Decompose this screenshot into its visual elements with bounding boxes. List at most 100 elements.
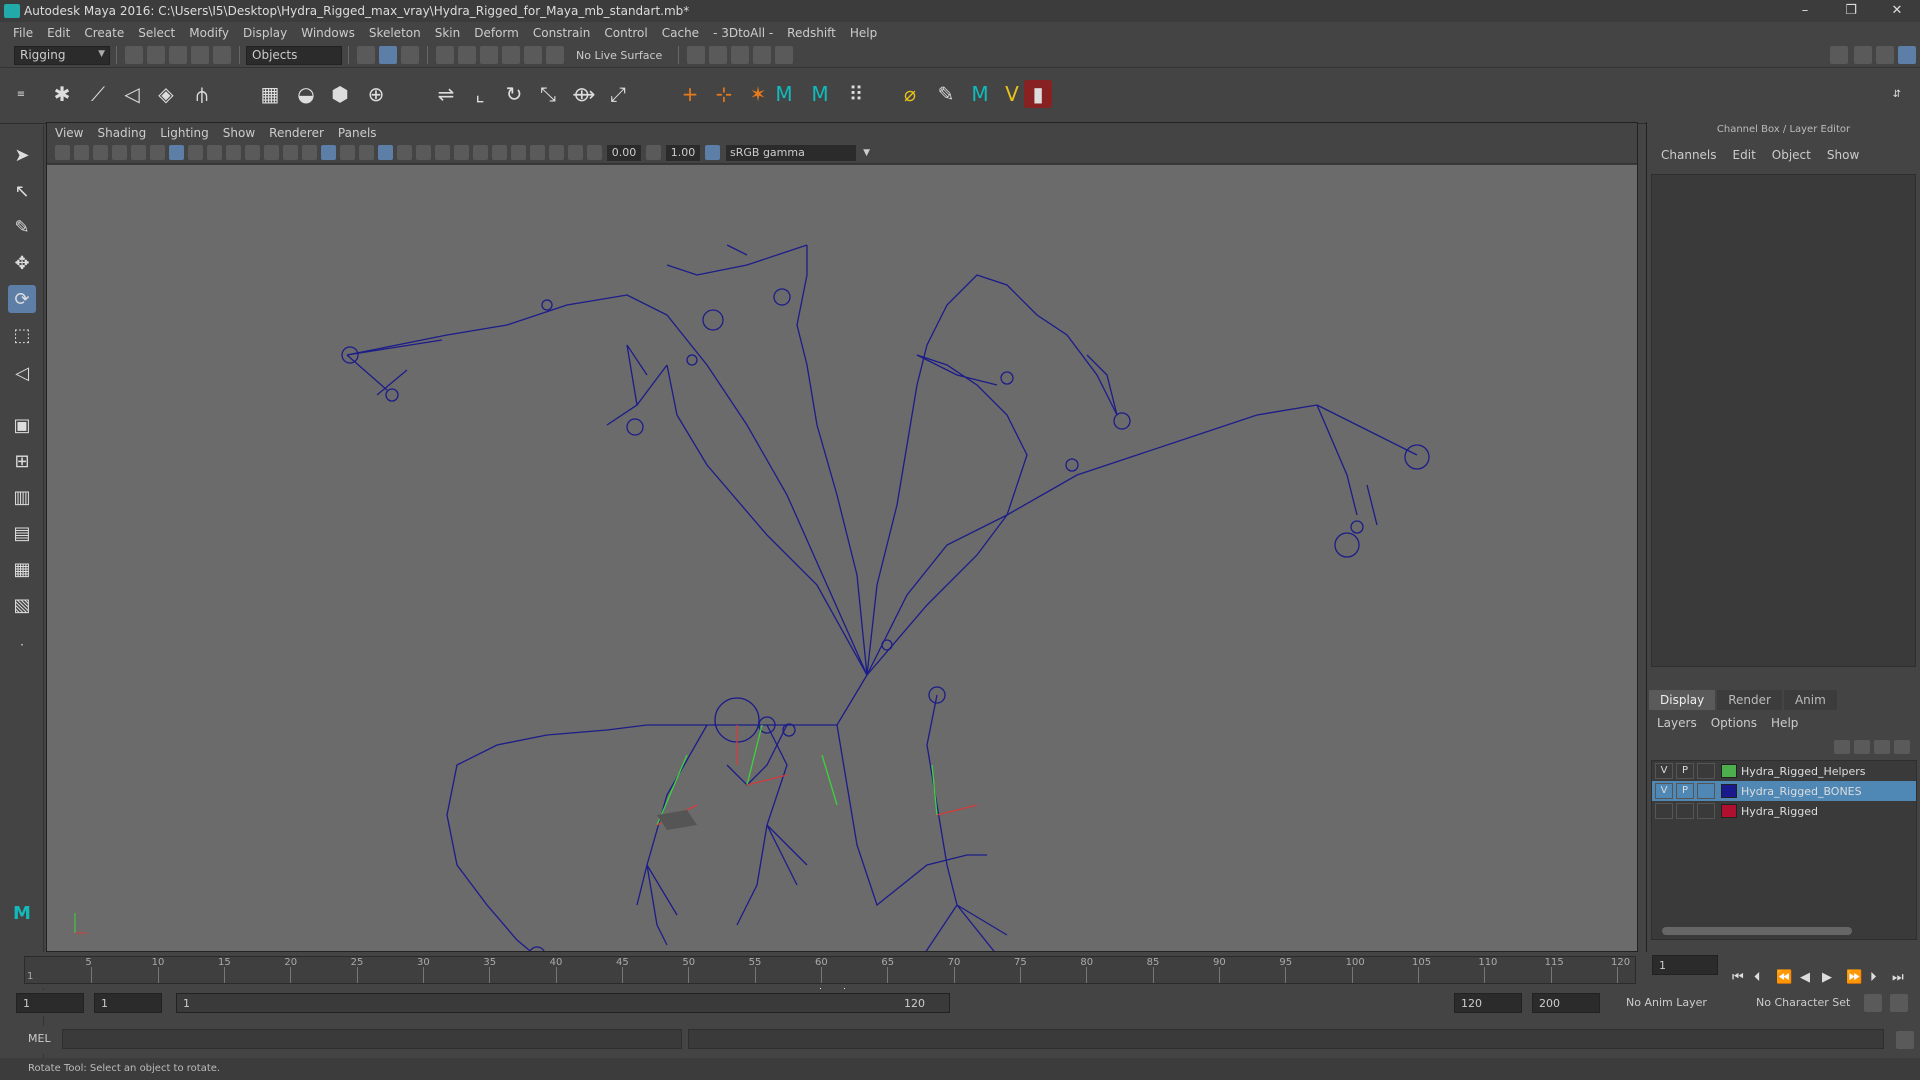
move-tool-icon[interactable]: ✥	[8, 249, 36, 277]
paint-weights-icon[interactable]: ⌀	[896, 80, 924, 108]
point-constraint-icon[interactable]: ⇌	[432, 80, 460, 108]
anim-prefs-icon[interactable]	[1890, 994, 1908, 1012]
render-frame-icon[interactable]	[687, 46, 706, 64]
scale-constraint-icon[interactable]: ⤡	[534, 80, 562, 108]
menu-create[interactable]: Create	[84, 26, 124, 40]
snap-center-icon[interactable]	[546, 46, 564, 64]
brush-icon[interactable]: ✎	[932, 80, 960, 108]
playback-start-field[interactable]: 1	[94, 993, 162, 1013]
menu-control[interactable]: Control	[604, 26, 647, 40]
go-to-end-icon[interactable]: ⏭	[1892, 970, 1904, 985]
move-layer-down-icon[interactable]	[1854, 740, 1870, 754]
time-ruler[interactable]: 1 5 10 15 20 25 30 35 40 45 50 55 60 65 70 75 80 85 90 95 1…	[24, 956, 1636, 984]
current-frame-field[interactable]: 1	[1652, 955, 1718, 975]
select-tool-icon[interactable]: ➤	[8, 141, 36, 169]
mirror-joint-icon[interactable]: ⫛	[188, 80, 216, 108]
panel-menu-view[interactable]: View	[55, 126, 83, 140]
menuset-dropdown[interactable]: Rigging ▼	[14, 45, 110, 65]
new-empty-layer-icon[interactable]	[1874, 740, 1890, 754]
ipr-render-icon[interactable]	[731, 46, 750, 64]
select-component-icon[interactable]	[401, 46, 419, 64]
layer-display-type-toggle[interactable]	[1697, 783, 1715, 799]
step-back-frame-icon[interactable]: ⏪	[1776, 970, 1792, 985]
grid-select-icon[interactable]: ⠿	[842, 80, 870, 108]
menu-select[interactable]: Select	[138, 26, 175, 40]
panel-menu-shading[interactable]: Shading	[97, 126, 146, 140]
cb-menu-channels[interactable]: Channels	[1661, 148, 1717, 162]
open-scene-icon[interactable]	[147, 46, 165, 64]
playback-end-field[interactable]: 120	[1454, 993, 1522, 1013]
cb-menu-show[interactable]: Show	[1827, 148, 1859, 162]
select-hierarchy-icon[interactable]	[357, 46, 375, 64]
color-management-icon[interactable]	[705, 145, 720, 160]
selection-mode-dropdown[interactable]: Objects	[246, 45, 342, 65]
bookmark-icon[interactable]	[93, 145, 108, 160]
animation-start-field[interactable]: 1	[16, 993, 84, 1013]
go-to-start-icon[interactable]: ⏮	[1732, 970, 1744, 985]
channel-box-icon[interactable]	[1898, 46, 1916, 64]
wireframe-on-shaded-icon[interactable]	[359, 145, 374, 160]
gamma-icon[interactable]	[646, 145, 661, 160]
hik-icon[interactable]: ✶	[744, 80, 772, 108]
menu-constrain[interactable]: Constrain	[533, 26, 591, 40]
command-language-label[interactable]: MEL	[28, 1032, 51, 1045]
pole-vector-icon[interactable]: ⤢	[604, 80, 632, 108]
cb-menu-edit[interactable]: Edit	[1733, 148, 1756, 162]
maya-m3-icon[interactable]: M	[966, 80, 994, 108]
layer-row[interactable]: V P Hydra_Rigged_BONES	[1652, 781, 1916, 801]
stats-icon[interactable]: ▮	[1024, 80, 1052, 108]
lights-icon[interactable]	[416, 145, 431, 160]
select-object-icon[interactable]	[379, 46, 397, 64]
menu-edit[interactable]: Edit	[47, 26, 70, 40]
grease-pencil-icon[interactable]	[150, 145, 165, 160]
resolution-gate-icon[interactable]	[207, 145, 222, 160]
anti-aliasing-icon[interactable]	[492, 145, 507, 160]
locator-icon[interactable]: +	[676, 80, 704, 108]
modeling-toolkit-icon[interactable]	[1830, 46, 1848, 64]
menu-file[interactable]: File	[13, 26, 33, 40]
panel-menu-panels[interactable]: Panels	[338, 126, 377, 140]
play-backwards-icon[interactable]: ◀	[1800, 970, 1810, 985]
motion-blur-icon[interactable]	[473, 145, 488, 160]
layout-more-icon[interactable]: ·	[8, 631, 36, 659]
view-transform-dropdown[interactable]: sRGB gamma ▼	[726, 144, 870, 161]
xray-icon[interactable]	[549, 145, 564, 160]
menu-skeleton[interactable]: Skeleton	[369, 26, 421, 40]
lasso-tool-icon[interactable]: ↖	[8, 177, 36, 205]
shelf-scroll-icon[interactable]: ⇵	[1890, 80, 1904, 108]
safe-title-icon[interactable]	[283, 145, 298, 160]
gamma-field[interactable]: 1.00	[666, 144, 700, 161]
smooth-shade-icon[interactable]	[321, 145, 336, 160]
rotate-tool-icon[interactable]: ⟳	[8, 285, 36, 313]
layout-hypershade-icon[interactable]: ▧	[8, 591, 36, 619]
layer-playback-toggle[interactable]	[1676, 803, 1694, 819]
snap-view-icon[interactable]	[502, 46, 520, 64]
step-back-key-icon[interactable]: ⏴	[1754, 970, 1761, 985]
shadows-icon[interactable]	[435, 145, 450, 160]
panel-menu-show[interactable]: Show	[223, 126, 255, 140]
layer-color-swatch[interactable]	[1721, 784, 1737, 798]
2d-pan-icon[interactable]	[131, 145, 146, 160]
3d-viewport[interactable]: persp	[47, 165, 1637, 990]
panel-menu-renderer[interactable]: Renderer	[269, 126, 324, 140]
snap-point-icon[interactable]	[480, 46, 498, 64]
layout-two-icon[interactable]: ▥	[8, 483, 36, 511]
cluster-icon[interactable]: ⊕	[362, 80, 390, 108]
panel-menu-lighting[interactable]: Lighting	[160, 126, 209, 140]
animation-end-field[interactable]: 200	[1532, 993, 1600, 1013]
live-surface-label[interactable]: No Live Surface	[576, 49, 662, 62]
maximize-button[interactable]: ❐	[1828, 0, 1874, 22]
joint-tool-icon[interactable]: ✱	[48, 80, 76, 108]
menu-redshift[interactable]: Redshift	[787, 26, 836, 40]
field-chart-icon[interactable]	[245, 145, 260, 160]
menu-deform[interactable]: Deform	[474, 26, 519, 40]
ik-spline-icon[interactable]: ◁	[118, 80, 146, 108]
layout-single-icon[interactable]: ▣	[8, 411, 36, 439]
range-slider[interactable]: 1 120	[176, 993, 950, 1013]
render-settings-icon[interactable]	[753, 46, 772, 64]
tab-render[interactable]: Render	[1717, 690, 1782, 710]
channel-box-area[interactable]	[1651, 174, 1916, 667]
menu-skin[interactable]: Skin	[435, 26, 461, 40]
layer-menu-layers[interactable]: Layers	[1657, 716, 1697, 730]
grid-toggle-icon[interactable]	[169, 145, 184, 160]
